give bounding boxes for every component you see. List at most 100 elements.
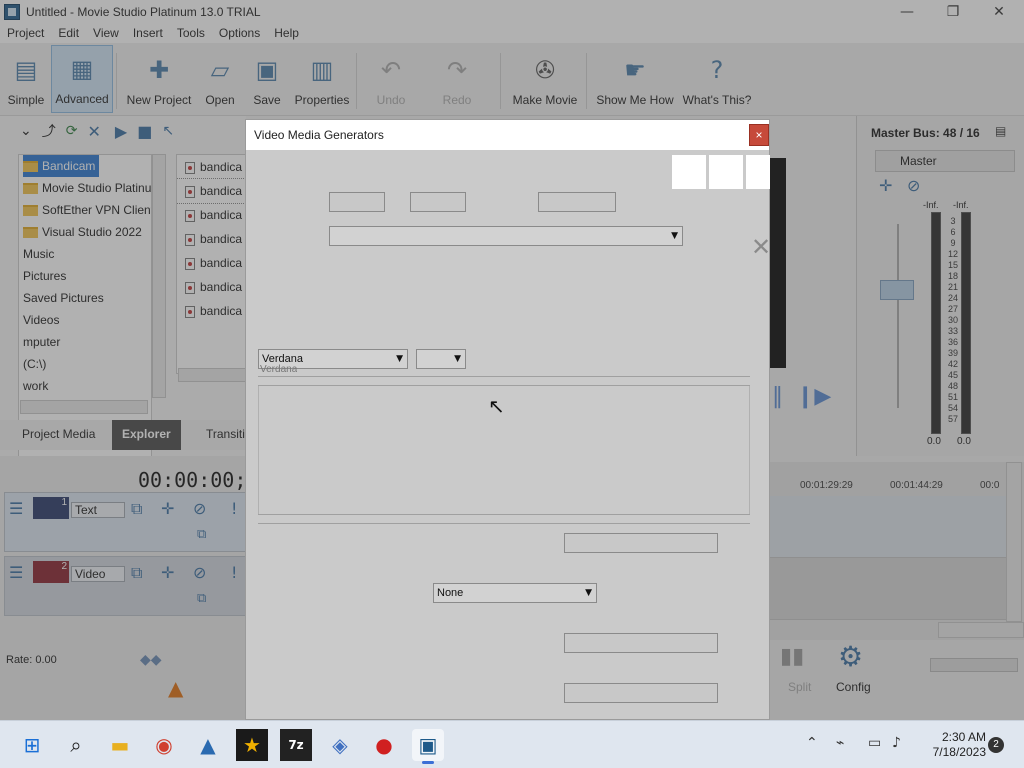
movie-studio-taskbar-icon[interactable]: ▣ [412, 729, 444, 764]
menu-edit[interactable]: Edit [51, 26, 86, 40]
undo-button[interactable]: ↶ Undo [368, 45, 414, 113]
display-icon[interactable]: ▭ [868, 735, 881, 751]
menu-help[interactable]: Help [267, 26, 306, 40]
next-frame-icon[interactable]: ❙▶ [796, 384, 831, 409]
volume-icon[interactable]: ♪ [892, 735, 901, 751]
menu-options[interactable]: Options [212, 26, 267, 40]
tree-horizontal-scrollbar[interactable] [20, 400, 148, 414]
tree-item[interactable]: Music [19, 243, 151, 265]
preset-dropdown[interactable]: ▼ [329, 226, 683, 246]
file-item[interactable]: bandica [177, 275, 245, 299]
show-me-how-button[interactable]: ☛ Show Me How [592, 45, 678, 113]
track-name[interactable]: Video [71, 566, 125, 582]
auto-preview-icon[interactable]: ↖ [162, 123, 174, 139]
solo-icon[interactable]: ! [231, 499, 237, 518]
file-item[interactable]: bandica [177, 299, 245, 323]
play-icon[interactable]: ▶ [115, 122, 127, 141]
7zip-icon[interactable]: 7z [280, 729, 312, 761]
menu-tools[interactable]: Tools [170, 26, 212, 40]
tree-item[interactable]: Pictures [19, 265, 151, 287]
tab-explorer[interactable]: Explorer [112, 420, 181, 450]
save-button[interactable]: ▣ Save [248, 45, 286, 113]
menu-insert[interactable]: Insert [126, 26, 170, 40]
text-field[interactable] [538, 192, 616, 212]
track-fx-icon[interactable]: ✛ [161, 499, 174, 518]
delete-icon[interactable]: ✕ [87, 122, 100, 141]
zoom-slider[interactable] [930, 658, 1018, 672]
file-item[interactable]: bandica [177, 178, 245, 204]
file-item[interactable]: bandica [177, 203, 245, 227]
menu-view[interactable]: View [86, 26, 126, 40]
tree-item[interactable]: Visual Studio 2022 [19, 221, 151, 243]
properties-button[interactable]: ▥ Properties [292, 45, 352, 113]
track-expand-icon[interactable]: ☰ [9, 563, 23, 582]
movie-app-icon[interactable]: ★ [236, 729, 268, 761]
start-button-icon[interactable]: ⊞ [16, 729, 48, 761]
new-project-button[interactable]: ✚ New Project [124, 45, 194, 113]
tree-item[interactable]: Movie Studio Platinu [19, 177, 151, 199]
effect-dropdown[interactable]: None ▼ [433, 583, 597, 603]
photos-icon[interactable]: ▲ [192, 729, 224, 761]
master-fader[interactable] [880, 280, 914, 300]
network-icon[interactable]: ⌁ [836, 735, 844, 751]
chevron-up-icon[interactable]: ⌃ [806, 735, 818, 751]
simple-button[interactable]: ▤ Simple [2, 45, 50, 113]
mute-icon[interactable]: ⊘ [193, 563, 206, 582]
files-horizontal-scrollbar[interactable] [178, 368, 246, 382]
clock[interactable]: 2:30 AM 7/18/2023 [920, 730, 986, 760]
compositing-icon[interactable]: ⧉ [197, 591, 206, 606]
maximize-button[interactable]: ❐ [930, 0, 976, 23]
tab-project-media[interactable]: Project Media [12, 420, 105, 450]
config-label[interactable]: Config [836, 680, 871, 694]
text-field[interactable] [410, 192, 466, 212]
search-icon[interactable]: ⌕ [60, 729, 92, 761]
track-header-video[interactable]: ☰ 2 Video ⧉ ✛ ⊘ ! ⧉ [4, 556, 246, 616]
compositing-icon[interactable]: ⧉ [197, 527, 206, 542]
bus-options-icon[interactable]: ▤ [995, 124, 1006, 138]
file-item[interactable]: bandica [177, 155, 245, 179]
record-icon[interactable]: ● [368, 729, 400, 761]
track-name[interactable]: Text [71, 502, 125, 518]
advanced-button[interactable]: ▦ Advanced [51, 45, 113, 113]
track-fx-icon[interactable]: ✛ [161, 563, 174, 582]
timeline-horizontal-scrollbar[interactable] [938, 622, 1024, 638]
file-item[interactable]: bandica [177, 251, 245, 275]
preset-swatch[interactable] [672, 155, 706, 189]
close-button[interactable]: ✕ [976, 0, 1022, 23]
file-explorer-icon[interactable]: ▬ [104, 729, 136, 761]
minimize-button[interactable]: — [884, 0, 930, 23]
text-field[interactable] [329, 192, 385, 212]
track-motion-icon[interactable]: ⧉ [131, 499, 142, 519]
bus-fx-icon[interactable]: ✛ [879, 176, 892, 195]
menu-project[interactable]: Project [0, 26, 51, 40]
tree-item[interactable]: (C:\) [19, 353, 151, 375]
stop-icon[interactable]: ■ [137, 122, 152, 141]
preset-swatch[interactable] [709, 155, 743, 189]
make-movie-button[interactable]: ✇ Make Movie [508, 45, 582, 113]
solo-icon[interactable]: ! [231, 563, 237, 582]
timeline-vertical-scrollbar[interactable] [1006, 462, 1022, 622]
text-track-lane[interactable] [770, 496, 1006, 558]
redo-button[interactable]: ↷ Redo [434, 45, 480, 113]
bus-mute-icon[interactable]: ⊘ [907, 176, 920, 195]
video-track-lane[interactable] [770, 558, 1006, 620]
open-button[interactable]: ▱ Open [200, 45, 240, 113]
text-field[interactable] [564, 683, 718, 703]
tree-item[interactable]: Saved Pictures [19, 287, 151, 309]
tree-vertical-scrollbar[interactable] [152, 154, 166, 398]
dialog-close-button[interactable]: × [749, 124, 769, 146]
tree-item[interactable]: mputer [19, 331, 151, 353]
text-field[interactable] [564, 533, 718, 553]
tree-item[interactable]: SoftEther VPN Client [19, 199, 151, 221]
tree-item[interactable]: work [19, 375, 151, 397]
mute-icon[interactable]: ⊘ [193, 499, 206, 518]
file-item[interactable]: bandica [177, 227, 245, 251]
refresh-icon[interactable]: ⟳ [66, 123, 78, 139]
chrome-icon[interactable]: ◉ [148, 729, 180, 761]
vpn-icon[interactable]: ◈ [324, 729, 356, 761]
dropdown-icon[interactable]: ⌄ [20, 123, 32, 139]
font-size-dropdown[interactable]: ▼ [416, 349, 466, 369]
config-gear-icon[interactable]: ⚙ [838, 640, 863, 673]
track-motion-icon[interactable]: ⧉ [131, 563, 142, 583]
preset-swatch[interactable] [746, 155, 770, 189]
